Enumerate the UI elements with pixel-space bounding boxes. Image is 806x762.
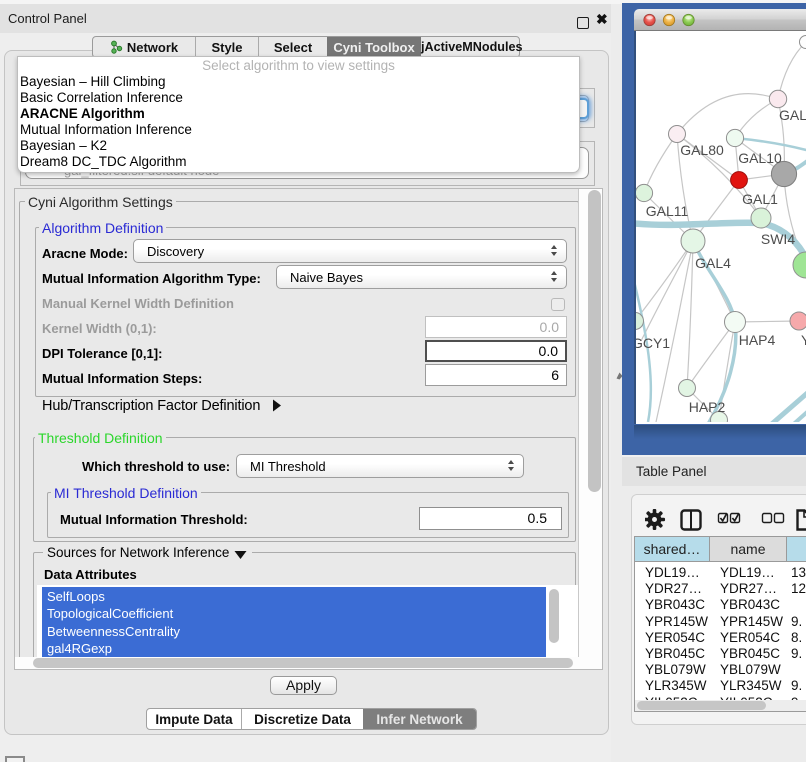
svg-text:HAP4: HAP4: [739, 332, 776, 348]
svg-text:GAL1: GAL1: [742, 191, 778, 207]
svg-text:GAL4: GAL4: [695, 255, 731, 271]
svg-text:GAL: GAL: [779, 107, 806, 123]
svg-text:Y: Y: [801, 332, 806, 348]
svg-text:GAL10: GAL10: [738, 150, 782, 166]
svg-text:SWI4: SWI4: [761, 231, 795, 247]
svg-text:GAL80: GAL80: [680, 142, 724, 158]
svg-text:HAP2: HAP2: [689, 399, 726, 415]
svg-text:GCY1: GCY1: [636, 335, 670, 351]
svg-text:GAL11: GAL11: [646, 203, 689, 219]
